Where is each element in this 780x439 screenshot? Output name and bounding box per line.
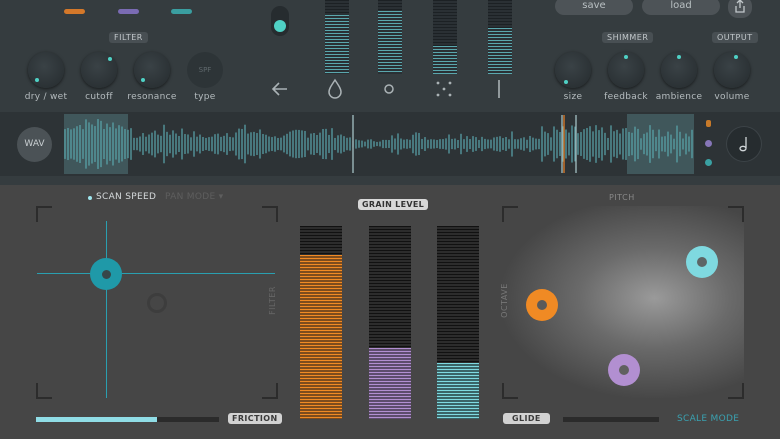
feedback-knob[interactable] bbox=[608, 52, 644, 88]
crosshair-vertical bbox=[106, 221, 107, 398]
friction-slider[interactable] bbox=[36, 417, 219, 422]
save-button[interactable]: save bbox=[555, 0, 633, 15]
grain-bar-cyan[interactable] bbox=[437, 226, 479, 419]
pitch-corner-tr bbox=[728, 206, 744, 222]
toggle-thumb bbox=[274, 20, 286, 32]
scan-speed-indicator bbox=[88, 196, 92, 200]
resonance-knob[interactable] bbox=[134, 52, 170, 88]
octave-axis-label: OCTAVE bbox=[499, 283, 509, 318]
cutoff-knob[interactable] bbox=[81, 52, 117, 88]
waveform-region-2[interactable] bbox=[627, 114, 694, 174]
pitch-handle-lilac[interactable] bbox=[608, 354, 640, 386]
wav-button[interactable]: WAV bbox=[17, 127, 52, 162]
scatter-icon[interactable] bbox=[435, 80, 453, 98]
scan-position-handle[interactable] bbox=[90, 258, 122, 290]
share-button[interactable] bbox=[728, 0, 752, 18]
scan-speed-tab[interactable]: SCAN SPEED bbox=[96, 192, 156, 202]
pitch-corner-br bbox=[728, 383, 744, 399]
pitch-corner-bl bbox=[502, 383, 518, 399]
friction-label[interactable]: FRICTION bbox=[228, 413, 282, 424]
circle-icon[interactable] bbox=[383, 83, 395, 95]
music-note-button[interactable] bbox=[727, 127, 761, 161]
ghost-handle bbox=[147, 293, 167, 313]
pitch-corner-tl bbox=[502, 206, 518, 222]
cutoff-label: cutoff bbox=[85, 92, 113, 102]
level-meter-3[interactable] bbox=[433, 0, 457, 74]
ambience-knob[interactable] bbox=[661, 52, 697, 88]
friction-slider-fill bbox=[36, 417, 157, 422]
size-knob[interactable] bbox=[555, 52, 591, 88]
filter-section-label: FILTER bbox=[109, 32, 148, 43]
music-note-icon bbox=[739, 137, 747, 152]
mode-toggle[interactable] bbox=[271, 6, 289, 36]
volume-knob[interactable] bbox=[714, 52, 750, 88]
drop-icon[interactable] bbox=[326, 78, 344, 100]
color-tab-teal[interactable] bbox=[171, 9, 192, 14]
feedback-label: feedback bbox=[604, 92, 648, 102]
waveform[interactable] bbox=[62, 113, 695, 175]
glide-label[interactable]: GLIDE bbox=[503, 413, 550, 424]
crosshair-horizontal bbox=[37, 273, 275, 274]
back-arrow-icon[interactable] bbox=[270, 80, 290, 98]
filter-axis-label: FILTER bbox=[267, 286, 277, 315]
load-button[interactable]: load bbox=[642, 0, 720, 15]
color-tab-orange[interactable] bbox=[64, 9, 85, 14]
resonance-label: resonance bbox=[127, 92, 177, 102]
level-meter-4[interactable] bbox=[488, 0, 512, 74]
grain-bar-orange[interactable] bbox=[300, 226, 342, 419]
glide-slider[interactable] bbox=[563, 417, 659, 422]
pitch-handle-cyan[interactable] bbox=[686, 246, 718, 278]
pitch-handle-orange[interactable] bbox=[526, 289, 558, 321]
pitch-label: PITCH bbox=[609, 193, 635, 202]
filter-type-selector[interactable]: SPF bbox=[187, 52, 223, 88]
volume-label: volume bbox=[714, 92, 750, 102]
level-meter-1[interactable] bbox=[325, 0, 349, 74]
waveform-color-dot-orange[interactable] bbox=[706, 120, 711, 127]
line-icon[interactable] bbox=[495, 79, 503, 99]
share-icon bbox=[735, 0, 745, 13]
pan-mode-dropdown[interactable]: PAN MODE ▾ bbox=[165, 192, 223, 202]
level-meter-2[interactable] bbox=[378, 0, 402, 74]
scale-mode-button[interactable]: SCALE MODE bbox=[677, 414, 739, 424]
type-label: type bbox=[194, 92, 216, 102]
grain-level-label: GRAIN LEVEL bbox=[358, 199, 428, 210]
color-tab-purple[interactable] bbox=[118, 9, 139, 14]
waveform-color-dot-teal[interactable] bbox=[705, 159, 712, 166]
output-section-label: OUTPUT bbox=[712, 32, 758, 43]
dry-wet-knob[interactable] bbox=[28, 52, 64, 88]
grain-bar-lilac[interactable] bbox=[369, 226, 411, 419]
size-label: size bbox=[563, 92, 583, 102]
waveform-color-dot-purple[interactable] bbox=[705, 140, 712, 147]
shimmer-section-label: SHIMMER bbox=[602, 32, 654, 43]
ambience-label: ambience bbox=[655, 92, 703, 102]
